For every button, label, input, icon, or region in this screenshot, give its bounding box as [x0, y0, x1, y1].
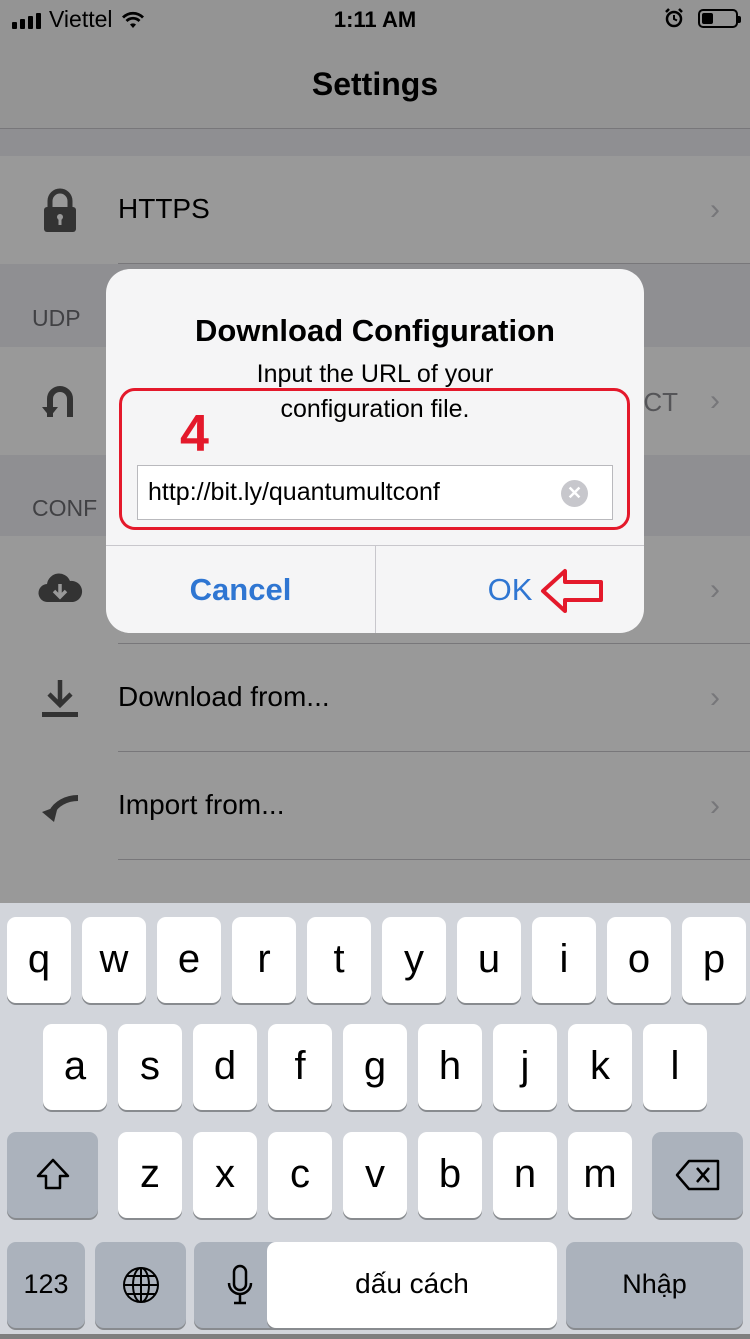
key-a[interactable]: a [43, 1024, 107, 1110]
key-r[interactable]: r [232, 917, 296, 1003]
key-z[interactable]: z [118, 1132, 182, 1218]
key-u[interactable]: u [457, 917, 521, 1003]
key-q[interactable]: q [7, 917, 71, 1003]
key-y[interactable]: y [382, 917, 446, 1003]
key-s[interactable]: s [118, 1024, 182, 1110]
key-k[interactable]: k [568, 1024, 632, 1110]
cancel-button[interactable]: Cancel [106, 546, 375, 633]
return-key[interactable]: Nhập [566, 1242, 743, 1328]
key-f[interactable]: f [268, 1024, 332, 1110]
globe-key[interactable] [95, 1242, 186, 1328]
backspace-key[interactable] [652, 1132, 743, 1218]
key-j[interactable]: j [493, 1024, 557, 1110]
annotation-step-number: 4 [180, 405, 209, 463]
key-c[interactable]: c [268, 1132, 332, 1218]
numbers-key[interactable]: 123 [7, 1242, 85, 1328]
shift-key[interactable] [7, 1132, 98, 1218]
key-x[interactable]: x [193, 1132, 257, 1218]
key-n[interactable]: n [493, 1132, 557, 1218]
shift-icon [36, 1158, 69, 1190]
key-d[interactable]: d [193, 1024, 257, 1110]
key-t[interactable]: t [307, 917, 371, 1003]
annotation-arrow-icon [541, 569, 603, 613]
key-e[interactable]: e [157, 917, 221, 1003]
key-p[interactable]: p [682, 917, 746, 1003]
key-l[interactable]: l [643, 1024, 707, 1110]
globe-icon [122, 1267, 159, 1303]
key-i[interactable]: i [532, 917, 596, 1003]
key-w[interactable]: w [82, 917, 146, 1003]
space-key[interactable]: dấu cách [267, 1242, 557, 1328]
key-m[interactable]: m [568, 1132, 632, 1218]
alert-title: Download Configuration [195, 313, 555, 348]
key-g[interactable]: g [343, 1024, 407, 1110]
microphone-icon [227, 1264, 252, 1305]
key-v[interactable]: v [343, 1132, 407, 1218]
backspace-icon [675, 1159, 719, 1191]
key-h[interactable]: h [418, 1024, 482, 1110]
key-o[interactable]: o [607, 917, 671, 1003]
key-b[interactable]: b [418, 1132, 482, 1218]
keyboard: qwertyuiop asdfghjkl zxcvbnm 123 dấu các… [0, 903, 750, 1334]
